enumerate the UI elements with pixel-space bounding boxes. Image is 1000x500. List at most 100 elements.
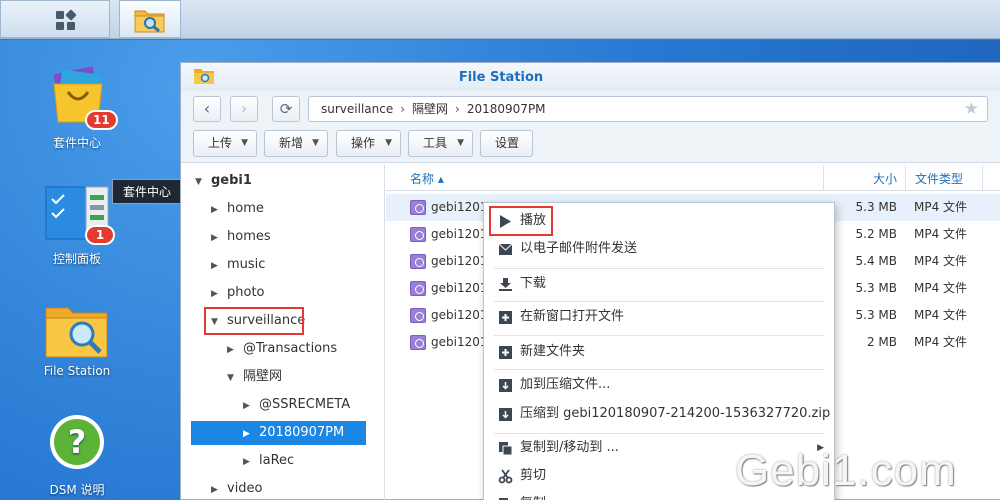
breadcrumb-item[interactable]: 隔壁网 bbox=[412, 102, 448, 116]
menu-item-label: 复制 bbox=[520, 489, 546, 500]
new-folder-icon bbox=[499, 346, 512, 359]
file-type: MP4 文件 bbox=[914, 254, 968, 268]
scissors-icon bbox=[498, 469, 513, 484]
action-button[interactable]: 操作 ▼ bbox=[336, 130, 401, 157]
menu-item-label: 以电子邮件附件发送 bbox=[520, 241, 638, 256]
button-label: 新增 bbox=[279, 136, 304, 150]
video-file-icon bbox=[410, 227, 426, 242]
menu-item-open-new-window[interactable]: 在新窗口打开文件 bbox=[484, 302, 834, 332]
upload-button[interactable]: 上传 ▼ bbox=[193, 130, 257, 157]
copy-icon bbox=[499, 442, 513, 456]
taskbar bbox=[0, 0, 1000, 39]
desktop-icon-dsm-help[interactable]: ? DSM 说明 bbox=[22, 413, 132, 500]
button-label: 设置 bbox=[495, 136, 520, 150]
tree-label: 隔壁网 bbox=[243, 369, 283, 384]
tree-item-gebiwang[interactable]: ▼ 隔壁网 bbox=[227, 365, 282, 389]
path-bar[interactable]: surveillance › 隔壁网 › 20180907PM ★ bbox=[308, 96, 988, 122]
file-station-taskbar-button[interactable] bbox=[119, 0, 181, 38]
menu-item-compress-to[interactable]: 压缩到 gebi120180907-214200-1536327720.zip bbox=[484, 399, 834, 429]
file-name: gebi1201 bbox=[431, 200, 488, 214]
tree-item-20180907pm[interactable]: ▶ 20180907PM bbox=[191, 421, 366, 445]
video-file-icon bbox=[410, 281, 426, 296]
forward-button[interactable]: › bbox=[230, 96, 258, 122]
column-type[interactable]: 文件类型 bbox=[915, 170, 963, 187]
video-file-icon bbox=[410, 335, 426, 350]
back-button[interactable]: ‹ bbox=[193, 96, 221, 122]
tree-label: @SSRECMETA bbox=[259, 397, 351, 412]
menu-item-label: 下载 bbox=[520, 276, 547, 291]
main-menu-button[interactable] bbox=[0, 0, 110, 38]
tree-root[interactable]: ▼ gebi1 bbox=[195, 169, 252, 193]
menu-item-email[interactable]: 以电子邮件附件发送 bbox=[484, 234, 834, 264]
navigation-bar: ‹ › ⟳ surveillance › 隔壁网 › 20180907PM ★ bbox=[181, 91, 1000, 127]
file-name: gebi1201 bbox=[431, 335, 488, 349]
menu-item-label: 新建文件夹 bbox=[520, 344, 586, 359]
menu-item-download[interactable]: 下载 bbox=[484, 269, 834, 299]
breadcrumb-item[interactable]: surveillance bbox=[321, 102, 393, 116]
tree-label: photo bbox=[227, 285, 265, 300]
caret-down-icon: ▼ bbox=[241, 138, 248, 148]
folder-tree: ▼ gebi1 ▶ home ▶ homes ▶ music ▶ photo ▼ surve… bbox=[181, 165, 385, 500]
menu-item-add-to-archive[interactable]: 加到压缩文件... bbox=[484, 370, 834, 400]
column-divider bbox=[982, 165, 983, 191]
collapsed-icon: ▶ bbox=[211, 485, 218, 495]
desktop-icon-file-station[interactable]: File Station bbox=[22, 302, 132, 382]
chevron-right-icon: › bbox=[455, 102, 460, 116]
tree-item-homes[interactable]: ▶ homes bbox=[211, 225, 271, 249]
column-name[interactable]: 名称 ▴ bbox=[410, 170, 444, 187]
file-name: gebi1201 bbox=[431, 254, 488, 268]
tree-label: music bbox=[227, 257, 266, 272]
menu-separator bbox=[494, 335, 824, 336]
video-file-icon bbox=[410, 254, 426, 269]
menu-item-new-folder[interactable]: 新建文件夹 bbox=[484, 337, 834, 367]
tree-item-larec[interactable]: ▶ laRec bbox=[243, 449, 294, 473]
expanded-icon: ▼ bbox=[227, 373, 234, 383]
menu-item-label: 剪切 bbox=[520, 468, 547, 483]
menu-item-label: 压缩到 gebi120180907-214200-1536327720.zip bbox=[520, 406, 831, 421]
new-button[interactable]: 新增 ▼ bbox=[264, 130, 328, 157]
notification-badge: 11 bbox=[85, 110, 118, 130]
new-window-icon bbox=[499, 311, 512, 324]
button-label: 操作 bbox=[351, 136, 376, 150]
file-name: gebi1201 bbox=[431, 281, 488, 295]
tree-item-video[interactable]: ▶ video bbox=[211, 477, 263, 500]
settings-button[interactable]: 设置 bbox=[480, 130, 533, 157]
desktop-icon-control-panel[interactable]: 1 控制面板 bbox=[22, 185, 132, 275]
refresh-button[interactable]: ⟳ bbox=[272, 96, 300, 122]
desktop-icon-label: 套件中心 bbox=[52, 136, 101, 150]
breadcrumb-item[interactable]: 20180907PM bbox=[467, 102, 546, 116]
menu-item-label: 在新窗口打开文件 bbox=[520, 309, 625, 324]
column-divider bbox=[823, 165, 824, 191]
toolbar: 上传 ▼ 新增 ▼ 操作 ▼ 工具 ▼ 设置 bbox=[181, 127, 1000, 163]
column-size[interactable]: 大小 bbox=[873, 170, 897, 187]
star-icon[interactable]: ★ bbox=[964, 97, 979, 121]
tree-label: gebi1 bbox=[211, 173, 252, 188]
tree-item-music[interactable]: ▶ music bbox=[211, 253, 265, 277]
tree-item-photo[interactable]: ▶ photo bbox=[211, 281, 265, 305]
button-label: 上传 bbox=[208, 136, 233, 150]
tree-item-home[interactable]: ▶ home bbox=[211, 197, 264, 221]
watermark: Gebi1.com bbox=[735, 446, 957, 495]
tree-item-ssrecmeta[interactable]: ▶ @SSRECMETA bbox=[243, 393, 350, 417]
tree-item-transactions[interactable]: ▶ @Transactions bbox=[227, 337, 337, 361]
tools-button[interactable]: 工具 ▼ bbox=[408, 130, 473, 157]
file-type: MP4 文件 bbox=[914, 335, 968, 349]
window-titlebar[interactable]: File Station bbox=[181, 63, 1000, 91]
button-label: 工具 bbox=[423, 136, 448, 150]
notification-badge: 1 bbox=[85, 225, 115, 245]
file-type: MP4 文件 bbox=[914, 227, 968, 241]
tree-label: 20180907PM bbox=[259, 425, 345, 440]
compress-icon bbox=[499, 408, 512, 421]
collapsed-icon: ▶ bbox=[211, 289, 218, 299]
caret-down-icon: ▼ bbox=[457, 138, 464, 148]
video-file-icon bbox=[410, 308, 426, 323]
menu-item-label: 复制到/移动到 ... bbox=[520, 440, 619, 455]
grid-icon bbox=[56, 9, 77, 31]
folder-search-icon bbox=[134, 10, 165, 33]
collapsed-icon: ▶ bbox=[211, 233, 218, 243]
desktop-icon-label: File Station bbox=[43, 364, 111, 378]
caret-down-icon: ▼ bbox=[312, 138, 319, 148]
collapsed-icon: ▶ bbox=[243, 401, 250, 411]
caret-down-icon: ▼ bbox=[385, 138, 392, 148]
menu-item-label: 加到压缩文件... bbox=[520, 377, 611, 392]
